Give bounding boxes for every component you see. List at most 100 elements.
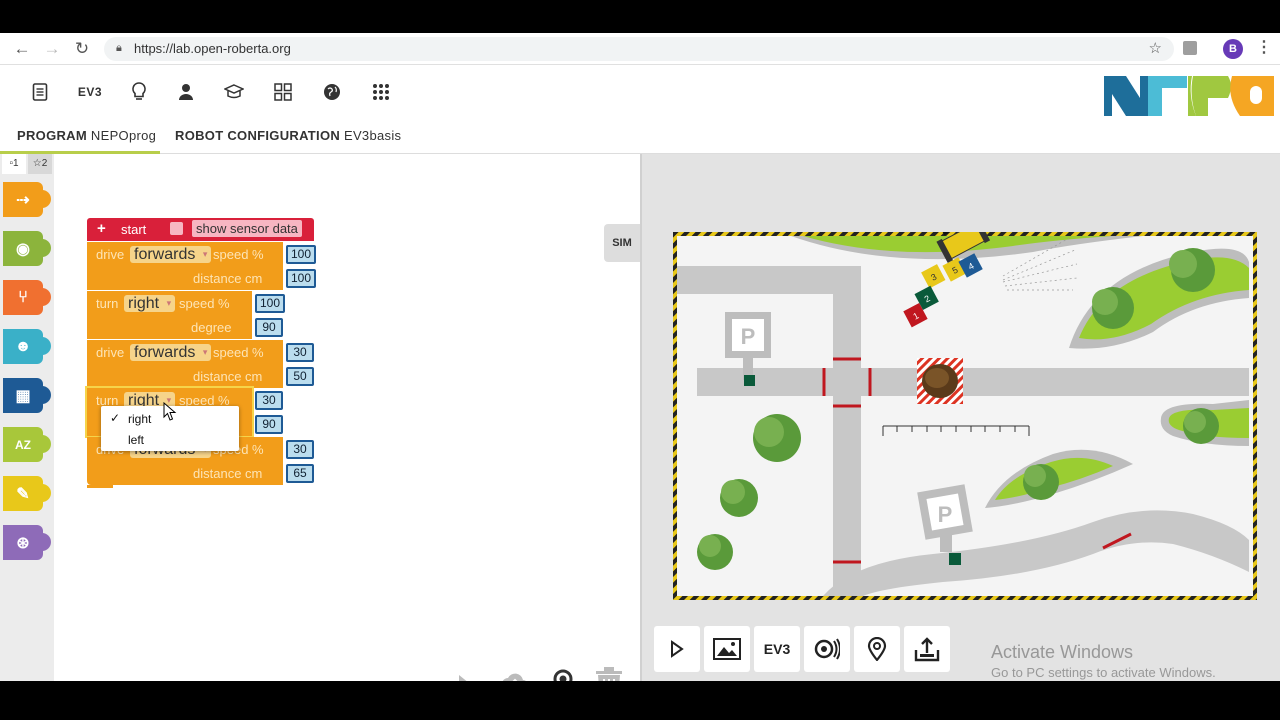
- ev3-icon[interactable]: EV3: [76, 80, 104, 104]
- sim-export-button[interactable]: [904, 626, 950, 672]
- start-label: start: [121, 222, 147, 237]
- browser-bar: ← → ↻ 🔒︎ https://lab.open-roberta.org ☆ …: [0, 33, 1280, 65]
- avatar[interactable]: B: [1223, 39, 1243, 59]
- export-icon: [914, 637, 940, 662]
- speed-value-input[interactable]: 30: [286, 343, 314, 362]
- cloud-upload-icon[interactable]: [500, 670, 530, 681]
- run-icon[interactable]: [456, 672, 472, 681]
- block-bottom-notch: [87, 485, 113, 488]
- turn-keyword: turn: [96, 296, 119, 311]
- sensor-icon: [814, 638, 840, 660]
- add-icon[interactable]: +: [97, 220, 106, 237]
- zoom-icon[interactable]: [548, 668, 574, 681]
- address-bar[interactable]: 🔒︎ https://lab.open-roberta.org ☆: [104, 37, 1174, 61]
- lightbulb-icon[interactable]: [127, 80, 151, 104]
- tab-program[interactable]: PROGRAM NEPOprog: [17, 128, 156, 143]
- watermark-title: Activate Windows: [991, 642, 1134, 662]
- degree-value: 90: [257, 320, 281, 335]
- mouse-cursor-icon: [163, 402, 177, 421]
- location-pin-icon: [867, 637, 887, 661]
- direction-dropdown[interactable]: right: [124, 295, 176, 312]
- distance-value: 100: [288, 271, 315, 286]
- windows-activation-watermark: Activate Windows Go to PC settings to ac…: [991, 642, 1216, 680]
- speed-value-input[interactable]: 100: [255, 294, 286, 313]
- distance-label: distance cm: [193, 466, 263, 481]
- toolbox-level-1-tab[interactable]: ▫1: [2, 154, 26, 174]
- tab-config-label: ROBOT CONFIGURATION: [175, 128, 341, 143]
- speed-value-input[interactable]: 30: [255, 391, 283, 410]
- url-text: https://lab.open-roberta.org: [134, 41, 291, 56]
- action-category-button[interactable]: ⇢: [3, 182, 51, 217]
- degree-value: 90: [257, 417, 281, 432]
- grid-icon[interactable]: [271, 80, 295, 104]
- tab-bar: PROGRAM NEPOprog ROBOT CONFIGURATION EV3…: [0, 121, 1280, 154]
- drive-keyword: drive: [96, 345, 125, 360]
- calculator-icon: ▦: [15, 387, 31, 405]
- nepo-logo: [1104, 76, 1274, 116]
- toolbox-level-2-tab[interactable]: ☆2: [28, 154, 52, 174]
- brain-icon: ☻: [14, 337, 32, 355]
- direction-dropdown[interactable]: forwards: [130, 344, 212, 361]
- speed-value-input[interactable]: 100: [286, 245, 317, 264]
- degree-value-input[interactable]: 90: [255, 415, 283, 434]
- app-window: ← → ↻ 🔒︎ https://lab.open-roberta.org ☆ …: [0, 33, 1280, 681]
- browser-menu-icon[interactable]: ⋮: [1256, 38, 1272, 58]
- speed-value: 30: [257, 393, 281, 408]
- distance-value: 50: [288, 369, 312, 384]
- show-sensor-checkbox[interactable]: [170, 222, 183, 235]
- speed-value: 100: [288, 247, 315, 262]
- apps-icon[interactable]: [369, 80, 393, 104]
- speed-label: speed %: [179, 296, 230, 311]
- degree-label: degree: [191, 320, 232, 335]
- variable-category-button[interactable]: ⊛: [3, 525, 51, 560]
- speed-value: 30: [288, 345, 312, 360]
- sim-position-button[interactable]: [854, 626, 900, 672]
- document-icon[interactable]: [28, 80, 52, 104]
- math-category-button[interactable]: ▦: [3, 378, 51, 413]
- forward-icon[interactable]: →: [42, 39, 62, 59]
- graduation-cap-icon[interactable]: [222, 80, 246, 104]
- tab-robot-configuration[interactable]: ROBOT CONFIGURATION EV3basis: [175, 128, 401, 143]
- reload-icon[interactable]: ↻: [72, 39, 92, 59]
- play-icon: [671, 640, 684, 658]
- sensor-icon: ◉: [16, 240, 30, 258]
- control-category-button[interactable]: ⑂: [3, 280, 51, 315]
- globe-icon[interactable]: [320, 80, 344, 104]
- speed-value: 30: [288, 442, 312, 457]
- app-toolbar: EV3: [0, 65, 1280, 119]
- user-icon[interactable]: [174, 80, 198, 104]
- extension-icon[interactable]: [1183, 41, 1197, 55]
- distance-value-input[interactable]: 65: [286, 464, 314, 483]
- sim-ev3-button[interactable]: EV3: [754, 626, 800, 672]
- speed-value-input[interactable]: 30: [286, 440, 314, 459]
- back-icon[interactable]: ←: [12, 39, 32, 59]
- distance-value-input[interactable]: 100: [286, 269, 317, 288]
- dropdown-option-right[interactable]: right: [128, 412, 151, 426]
- dropdown-option-left[interactable]: left: [128, 433, 144, 447]
- degree-value-input[interactable]: 90: [255, 318, 283, 337]
- sim-play-button[interactable]: [654, 626, 700, 672]
- parking-label-1: P: [741, 324, 756, 349]
- blockly-workspace[interactable]: ▫1 ☆2 ⇢ ◉ ⑂ ☻ ▦ AZ ✎ ⊛ + start show sensor data dr…: [0, 154, 640, 681]
- distance-value: 65: [288, 466, 312, 481]
- distance-value-input[interactable]: 50: [286, 367, 314, 386]
- move-icon: ⇢: [16, 191, 30, 209]
- sensor-category-button[interactable]: ◉: [3, 231, 51, 266]
- variable-icon: ⊛: [16, 534, 30, 552]
- direction-dropdown[interactable]: forwards: [130, 246, 212, 263]
- sim-background-button[interactable]: [704, 626, 750, 672]
- trash-icon[interactable]: [592, 664, 626, 681]
- image-icon: [713, 638, 741, 660]
- sim-toggle-tab[interactable]: SIM: [604, 224, 640, 262]
- text-category-button[interactable]: AZ: [3, 427, 51, 462]
- sim-sensor-button[interactable]: [804, 626, 850, 672]
- bookmark-star-icon[interactable]: ☆: [1149, 39, 1162, 57]
- speed-label: speed %: [213, 247, 264, 262]
- drive-keyword: drive: [96, 247, 125, 262]
- colour-category-button[interactable]: ✎: [3, 476, 51, 511]
- logic-category-button[interactable]: ☻: [3, 329, 51, 364]
- simulation-canvas[interactable]: P P 5 4321: [673, 232, 1257, 600]
- speed-label: speed %: [213, 345, 264, 360]
- lock-icon: 🔒︎: [116, 42, 122, 54]
- simulation-panel: P P 5 4 3 2 1 EV3: [640, 154, 1280, 681]
